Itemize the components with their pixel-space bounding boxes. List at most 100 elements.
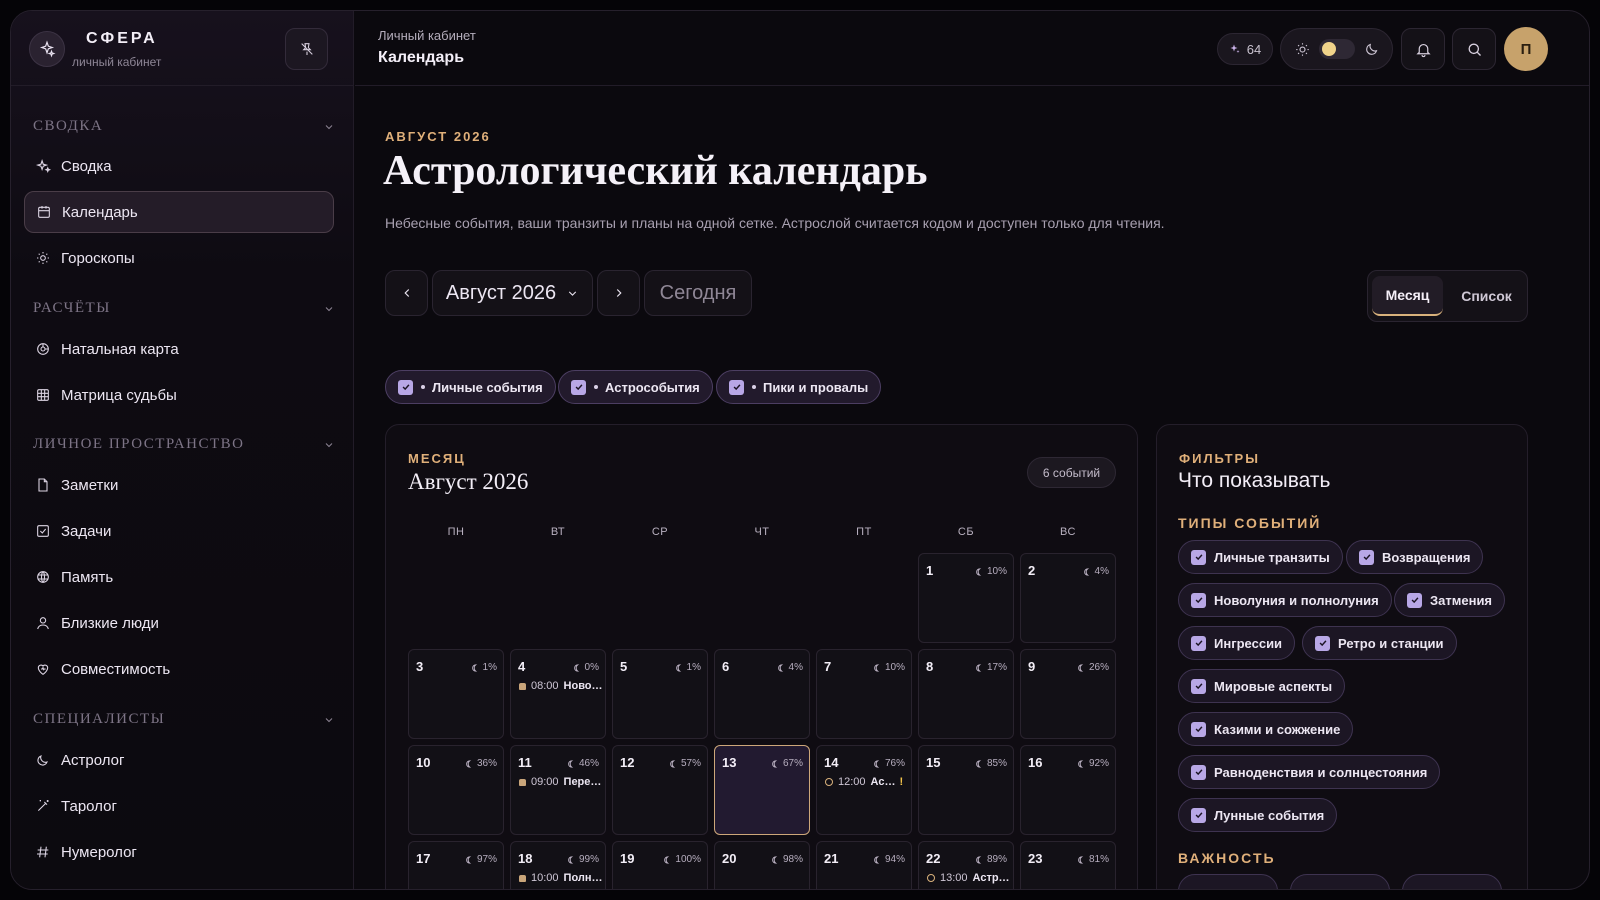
calendar-event[interactable]: 08:00 Ново… (519, 680, 603, 692)
calendar-day[interactable]: 1 10% (918, 553, 1014, 643)
calendar-day[interactable]: 22 89% 13:00 Астр… (918, 841, 1014, 889)
sidebar-item-notes[interactable]: Заметки (24, 464, 334, 506)
event-type-chip[interactable]: Возвращения (1346, 540, 1484, 574)
checkbox-icon[interactable] (1407, 592, 1422, 608)
sidebar-item-label: Матрица судьбы (61, 386, 177, 404)
chevron-left-icon (403, 289, 409, 297)
sidebar-item-destiny-matrix[interactable]: Матрица судьбы (24, 374, 334, 416)
event-type-chip[interactable]: Новолуния и полнолуния (1178, 583, 1392, 617)
calendar-day[interactable]: 12 57% (612, 745, 708, 835)
filter-chip-personal[interactable]: Личные события (385, 370, 556, 404)
checkbox-icon[interactable] (1191, 635, 1206, 651)
calendar-day[interactable]: 16 92% (1020, 745, 1116, 835)
nav-section-label: ЛИЧНОЕ ПРОСТРАНСТВО (33, 436, 245, 452)
importance-chip[interactable] (1290, 874, 1390, 889)
avatar[interactable]: П (1504, 27, 1548, 71)
importance-chip[interactable] (1402, 874, 1502, 889)
theme-toggle[interactable] (1318, 39, 1355, 59)
event-type-chip[interactable]: Ингрессии (1178, 626, 1296, 660)
grid-icon (34, 386, 52, 404)
sidebar-item-tarot[interactable]: Таролог (24, 785, 334, 827)
unpin-sidebar-button[interactable] (285, 28, 328, 70)
calendar-day[interactable]: 10 36% (408, 745, 504, 835)
event-type-chip[interactable]: Казими и сожжение (1178, 712, 1354, 746)
event-type-chip[interactable]: Затмения (1394, 583, 1506, 617)
day-number: 2 (1028, 563, 1036, 578)
checkbox-icon[interactable] (1191, 764, 1206, 780)
calendar-day[interactable]: 3 1% (408, 649, 504, 739)
calendar-day[interactable]: 18 99% 10:00 Полн… (510, 841, 606, 889)
checkbox-icon[interactable] (1191, 807, 1206, 823)
sidebar-item-tasks[interactable]: Задачи (24, 510, 334, 552)
checkbox-icon[interactable] (1191, 592, 1206, 608)
event-type-chip[interactable]: Равноденствия и солнцестояния (1178, 755, 1441, 789)
checkbox-icon[interactable] (1191, 721, 1206, 737)
checkbox-icon[interactable] (571, 379, 586, 395)
calendar-day[interactable]: 9 26% (1020, 649, 1116, 739)
calendar-day[interactable]: 6 4% (714, 649, 810, 739)
calendar-event[interactable]: 12:00 Ас…! (825, 776, 909, 788)
filter-chip-peaks[interactable]: Пики и провалы (716, 370, 882, 404)
month-select[interactable]: Август 2026 (432, 270, 593, 316)
nav-section-specialists[interactable]: СПЕЦИАЛИСТЫ (33, 708, 333, 732)
sidebar-item-summary[interactable]: Сводка (24, 145, 334, 187)
calendar-day[interactable]: 5 1% (612, 649, 708, 739)
breadcrumb[interactable]: Личный кабинет (378, 28, 476, 43)
checkbox-icon[interactable] (1191, 549, 1206, 565)
filter-chip-astro[interactable]: Астрособытия (558, 370, 713, 404)
tab-month[interactable]: Месяц (1372, 276, 1443, 316)
calendar-day-today[interactable]: 13 67% (714, 745, 810, 835)
calendar-day[interactable]: 23 81% (1020, 841, 1116, 889)
event-type-chip[interactable]: Мировые аспекты (1178, 669, 1346, 703)
tab-list[interactable]: Список (1450, 276, 1523, 316)
calendar-event[interactable]: 10:00 Полн… (519, 872, 603, 884)
search-button[interactable] (1452, 28, 1496, 70)
moon-phase: 89% (975, 854, 1007, 865)
nav-section-summary[interactable]: СВОДКА (33, 115, 333, 139)
prev-month-button[interactable] (385, 270, 428, 316)
sidebar-item-natal-chart[interactable]: Натальная карта (24, 328, 334, 370)
view-switcher: Месяц Список (1367, 270, 1528, 322)
coins-badge[interactable]: 64 (1217, 33, 1273, 65)
sidebar-item-memory[interactable]: Память (24, 556, 334, 598)
day-number: 3 (416, 659, 424, 674)
sidebar-item-close-people[interactable]: Близкие люди (24, 602, 334, 644)
sidebar-item-horoscopes[interactable]: Гороскопы (24, 237, 334, 279)
calendar-day[interactable]: 14 76% 12:00 Ас…! (816, 745, 912, 835)
nav-section-calculations[interactable]: РАСЧЁТЫ (33, 297, 333, 321)
next-month-button[interactable] (597, 270, 640, 316)
importance-chip[interactable] (1178, 874, 1278, 889)
event-time: 12:00 (838, 776, 866, 788)
day-number: 22 (926, 851, 941, 866)
checkbox-icon[interactable] (1315, 635, 1330, 651)
calendar-day[interactable]: 2 4% (1020, 553, 1116, 643)
logo-icon[interactable] (29, 31, 65, 67)
calendar-event[interactable]: 13:00 Астр… (927, 872, 1011, 884)
today-button[interactable]: Сегодня (644, 270, 752, 316)
checkbox-icon[interactable] (1359, 549, 1374, 565)
calendar-day[interactable]: 19 100% (612, 841, 708, 889)
calendar-day[interactable]: 15 85% (918, 745, 1014, 835)
calendar-day[interactable]: 20 98% (714, 841, 810, 889)
sidebar-item-astrologer[interactable]: Астролог (24, 739, 334, 781)
sidebar-item-calendar[interactable]: Календарь (24, 191, 334, 233)
sidebar-item-compatibility[interactable]: Совместимость (24, 648, 334, 690)
checkbox-icon[interactable] (729, 379, 744, 395)
nav-section-personal-space[interactable]: ЛИЧНОЕ ПРОСТРАНСТВО (33, 433, 333, 457)
calendar-day[interactable]: 21 94% (816, 841, 912, 889)
theme-switch[interactable] (1280, 28, 1393, 70)
calendar-day[interactable]: 8 17% (918, 649, 1014, 739)
checkbox-icon[interactable] (398, 379, 413, 395)
event-type-chip[interactable]: Личные транзиты (1178, 540, 1343, 574)
checkbox-icon[interactable] (1191, 678, 1206, 694)
calendar-day[interactable]: 7 10% (816, 649, 912, 739)
calendar-day[interactable]: 17 97% (408, 841, 504, 889)
sidebar-item-numerologist[interactable]: Нумеролог (24, 831, 334, 873)
month-select-value: Август 2026 (445, 281, 557, 304)
calendar-event[interactable]: 09:00 Пере… (519, 776, 603, 788)
notifications-button[interactable] (1401, 28, 1445, 70)
calendar-day[interactable]: 4 0% 08:00 Ново… (510, 649, 606, 739)
calendar-day[interactable]: 11 46% 09:00 Пере… (510, 745, 606, 835)
event-type-chip[interactable]: Ретро и станции (1302, 626, 1457, 660)
event-type-chip[interactable]: Лунные события (1178, 798, 1338, 832)
